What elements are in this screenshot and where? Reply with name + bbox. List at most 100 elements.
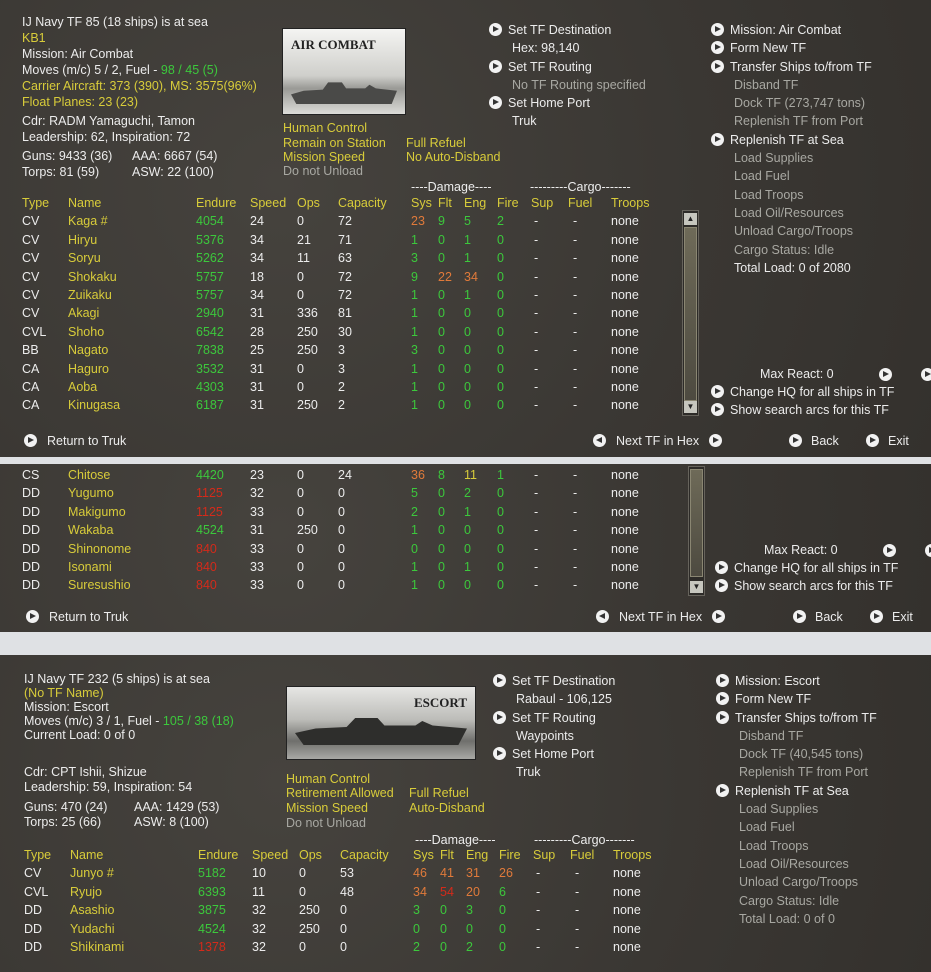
col-capacity[interactable]: Capacity — [338, 196, 387, 210]
col-ops[interactable]: Ops — [297, 196, 320, 210]
cell-name[interactable]: Haguro — [68, 362, 109, 376]
col-sup[interactable]: Sup — [533, 848, 555, 862]
col-sys[interactable]: Sys — [411, 196, 432, 210]
cell-name[interactable]: Shinonome — [68, 542, 131, 556]
react-max-icon[interactable] — [925, 544, 931, 557]
cell-name[interactable]: Yudachi — [70, 922, 114, 936]
transfer-ships-button[interactable]: Transfer Ships to/from TF — [711, 58, 872, 76]
back-button[interactable]: Back — [793, 609, 843, 625]
cell-name[interactable]: Suresushio — [68, 578, 131, 592]
scroll-thumb[interactable] — [690, 469, 703, 577]
scroll-down-icon[interactable]: ▼ — [690, 581, 703, 593]
col-troops[interactable]: Troops — [613, 848, 651, 862]
col-eng[interactable]: Eng — [466, 848, 488, 862]
cell-name[interactable]: Zuikaku — [68, 288, 112, 302]
search-arcs-button[interactable]: Show search arcs for this TF — [711, 402, 889, 418]
set-routing-button[interactable]: Set TF Routing — [489, 58, 646, 76]
cell-ops: 0 — [297, 468, 304, 482]
cell-name[interactable]: Akagi — [68, 306, 99, 320]
control-option[interactable]: Human Control — [283, 120, 367, 136]
col-fire[interactable]: Fire — [499, 848, 521, 862]
set-home-port-button[interactable]: Set Home Port — [493, 745, 615, 763]
cell-name[interactable]: Kaga # — [68, 214, 108, 228]
col-fire[interactable]: Fire — [497, 196, 519, 210]
cell-name[interactable]: Junyo # — [70, 866, 114, 880]
col-troops[interactable]: Troops — [611, 196, 649, 210]
col-type[interactable]: Type — [22, 196, 49, 210]
cell-sup: - — [534, 523, 539, 538]
cell-name[interactable]: Kinugasa — [68, 398, 120, 412]
cell-name[interactable]: Shikinami — [70, 940, 124, 954]
cell-name[interactable]: Yugumo — [68, 486, 114, 500]
cell-name[interactable]: Shoho — [68, 325, 104, 339]
set-home-port-button[interactable]: Set Home Port — [489, 94, 646, 112]
col-flt[interactable]: Flt — [438, 196, 452, 210]
station-option[interactable]: Retirement Allowed — [286, 785, 394, 801]
cell-name[interactable]: Makigumo — [68, 505, 126, 519]
col-eng[interactable]: Eng — [464, 196, 486, 210]
mission-button[interactable]: Mission: Air Combat — [711, 21, 872, 39]
speed-option[interactable]: Mission Speed — [286, 800, 368, 816]
transfer-ships-button[interactable]: Transfer Ships to/from TF — [716, 709, 877, 727]
col-flt[interactable]: Flt — [440, 848, 454, 862]
col-endure[interactable]: Endure — [198, 848, 238, 862]
col-name[interactable]: Name — [70, 848, 103, 862]
ship-list-scrollbar[interactable]: ▲ ▼ — [682, 210, 699, 416]
scroll-thumb[interactable] — [684, 227, 697, 401]
cell-name[interactable]: Aoba — [68, 380, 97, 394]
col-name[interactable]: Name — [68, 196, 101, 210]
set-destination-button[interactable]: Set TF Destination — [493, 672, 615, 690]
form-new-tf-button[interactable]: Form New TF — [711, 39, 872, 57]
cell-name[interactable]: Wakaba — [68, 523, 113, 537]
cell-name[interactable]: Hiryu — [68, 233, 97, 247]
cell-name[interactable]: Shokaku — [68, 270, 117, 284]
search-arcs-button[interactable]: Show search arcs for this TF — [715, 578, 893, 594]
scroll-up-icon[interactable]: ▲ — [684, 213, 697, 225]
col-sys[interactable]: Sys — [413, 848, 434, 862]
cell-name[interactable]: Asashio — [70, 903, 114, 917]
set-routing-button[interactable]: Set TF Routing — [493, 709, 615, 727]
col-capacity[interactable]: Capacity — [340, 848, 389, 862]
cell-fire: 0 — [497, 504, 504, 519]
replenish-sea-button[interactable]: Replenish TF at Sea — [716, 782, 877, 800]
col-sup[interactable]: Sup — [531, 196, 553, 210]
return-button[interactable]: Return to Truk — [24, 433, 126, 449]
col-speed[interactable]: Speed — [252, 848, 288, 862]
change-hq-label: Change HQ for all ships in TF — [730, 385, 895, 399]
return-button[interactable]: Return to Truk — [26, 609, 128, 625]
react-increase-icon[interactable] — [879, 368, 892, 381]
refuel-option[interactable]: Full Refuel — [409, 785, 469, 801]
next-tf-button[interactable]: Next TF in Hex — [596, 609, 731, 625]
cell-name[interactable]: Soryu — [68, 251, 101, 265]
next-tf-button[interactable]: Next TF in Hex — [593, 433, 728, 449]
cell-fuel: - — [573, 523, 578, 538]
cell-name[interactable]: Chitose — [68, 468, 110, 482]
exit-button[interactable]: Exit — [870, 609, 913, 625]
scroll-down-icon[interactable]: ▼ — [684, 401, 697, 413]
change-hq-button[interactable]: Change HQ for all ships in TF — [715, 560, 898, 576]
disband-option[interactable]: No Auto-Disband — [406, 149, 501, 165]
col-speed[interactable]: Speed — [250, 196, 286, 210]
aaa: AAA: 6667 (54) — [132, 149, 218, 163]
exit-button[interactable]: Exit — [866, 433, 909, 449]
col-type[interactable]: Type — [24, 848, 51, 862]
disband-option[interactable]: Auto-Disband — [409, 800, 485, 816]
react-max-icon[interactable] — [921, 368, 931, 381]
col-endure[interactable]: Endure — [196, 196, 236, 210]
replenish-sea-button[interactable]: Replenish TF at Sea — [711, 131, 872, 149]
cell-name[interactable]: Nagato — [68, 343, 108, 357]
change-hq-button[interactable]: Change HQ for all ships in TF — [711, 384, 894, 400]
col-ops[interactable]: Ops — [299, 848, 322, 862]
form-new-tf-button[interactable]: Form New TF — [716, 690, 877, 708]
back-button[interactable]: Back — [789, 433, 839, 449]
cell-name[interactable]: Isonami — [68, 560, 112, 574]
col-fuel[interactable]: Fuel — [568, 196, 592, 210]
cell-name[interactable]: Ryujo — [70, 885, 102, 899]
ship-list-scrollbar[interactable]: ▼ — [688, 466, 705, 596]
unload-option[interactable]: Do not Unload — [283, 163, 363, 179]
unload-option[interactable]: Do not Unload — [286, 815, 366, 831]
set-destination-button[interactable]: Set TF Destination — [489, 21, 646, 39]
react-increase-icon[interactable] — [883, 544, 896, 557]
mission-button[interactable]: Mission: Escort — [716, 672, 877, 690]
col-fuel[interactable]: Fuel — [570, 848, 594, 862]
